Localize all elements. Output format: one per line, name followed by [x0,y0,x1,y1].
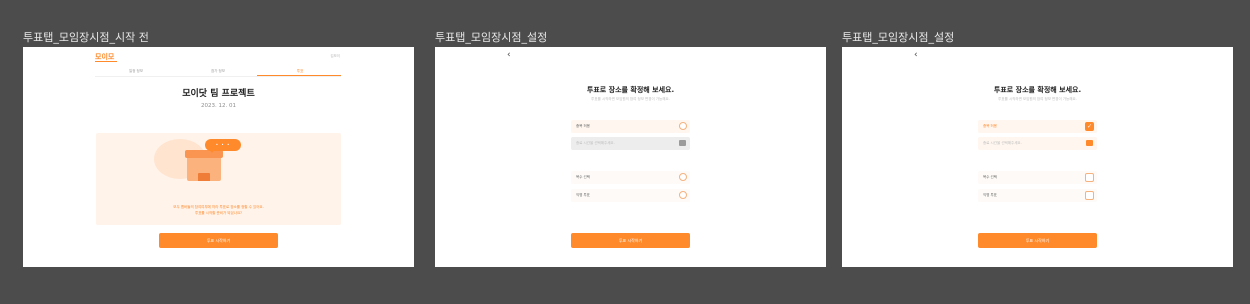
start-vote-button[interactable]: 투표 시작하기 [978,233,1097,248]
option-multi-select-label: 복수 선택 [983,175,997,179]
setup-subtitle: 투표를 시작하면 모임원의 참여 정보 변경이 가능해요. [998,97,1077,101]
back-icon[interactable]: ‹ [507,50,511,60]
speech-bubble-tail [209,149,215,153]
option-allow-duplicate-label: 중복 허용 [576,124,590,128]
calendar-icon[interactable] [1086,140,1093,146]
end-time-placeholder: 종료 시간을 선택해주세요. [576,141,615,145]
option-multi-select[interactable]: 복수 선택 [978,171,1097,184]
tab-participation-info[interactable]: 참가 정보 [177,69,259,73]
tab-active-indicator [257,75,341,76]
ballot-box-lid [185,150,223,158]
setup-title: 투표로 장소를 확정해 보세요. [586,86,675,94]
option-anonymous[interactable]: 익명 투표 [978,189,1097,202]
frame-vote-setup: ‹ 투표로 장소를 확정해 보세요. 투표를 시작하면 모임원의 참여 정보 변… [435,47,826,267]
option-anonymous-label: 익명 투표 [576,193,590,197]
project-date: 2023. 12. 01 [201,103,236,109]
logo-underline [95,61,117,62]
calendar-icon[interactable] [679,140,686,146]
option-allow-duplicate-label: 중복 허용 [983,124,997,128]
ballot-box-slot [198,173,210,181]
option-multi-select[interactable]: 복수 선택 [571,171,690,184]
end-time-placeholder: 종료 시간을 선택해주세요. [983,141,1022,145]
start-vote-button[interactable]: 투표 시작하기 [159,233,278,248]
option-allow-duplicate-radio[interactable] [679,122,687,130]
frame-label-setup: 투표탭_모임장시점_설정 [435,31,548,44]
frame-label-before-start: 투표탭_모임장시점_시작 전 [23,31,149,44]
back-icon[interactable]: ‹ [914,50,918,60]
tab-divider [95,76,341,77]
start-vote-button[interactable]: 투표 시작하기 [571,233,690,248]
frame-label-setup-checked: 투표탭_모임장시점_설정 [842,31,955,44]
vote-notice-line-2: 투표를 시작할 준비가 되었나요? [194,211,243,215]
option-anonymous-radio[interactable] [679,191,687,199]
option-multi-select-checkbox[interactable] [1085,173,1094,182]
option-anonymous[interactable]: 익명 투표 [571,189,690,202]
option-multi-select-label: 복수 선택 [576,175,590,179]
vote-notice-line-1: 모두 멤버들의 참여여부에 따라 투표로 장소를 정할 수 있어요. [173,205,264,209]
check-icon[interactable]: ✓ [1085,122,1094,131]
tab-vote[interactable]: 투표 [259,69,341,73]
user-name[interactable]: 김모이 [330,54,340,58]
option-allow-duplicate[interactable]: 중복 허용 [571,120,690,133]
tab-schedule-info[interactable]: 일정 정보 [95,69,177,73]
setup-subtitle: 투표를 시작하면 모임원의 참여 정보 변경이 가능해요. [591,97,670,101]
option-allow-duplicate[interactable]: 중복 허용 ✓ [978,120,1097,133]
project-title: 모이닷 팀 프로젝트 [182,89,255,99]
end-time-field[interactable]: 종료 시간을 선택해주세요. [978,137,1097,150]
option-multi-select-radio[interactable] [679,173,687,181]
option-anonymous-checkbox[interactable] [1085,191,1094,200]
setup-title: 투표로 장소를 확정해 보세요. [993,86,1082,94]
end-time-field[interactable]: 종료 시간을 선택해주세요. [571,137,690,150]
frame-vote-before-start: 모이모 김모이 일정 정보 참가 정보 투표 모이닷 팀 프로젝트 2023. … [23,47,414,267]
frame-vote-setup-checked: ‹ 투표로 장소를 확정해 보세요. 투표를 시작하면 모임원의 참여 정보 변… [842,47,1233,267]
option-anonymous-label: 익명 투표 [983,193,997,197]
